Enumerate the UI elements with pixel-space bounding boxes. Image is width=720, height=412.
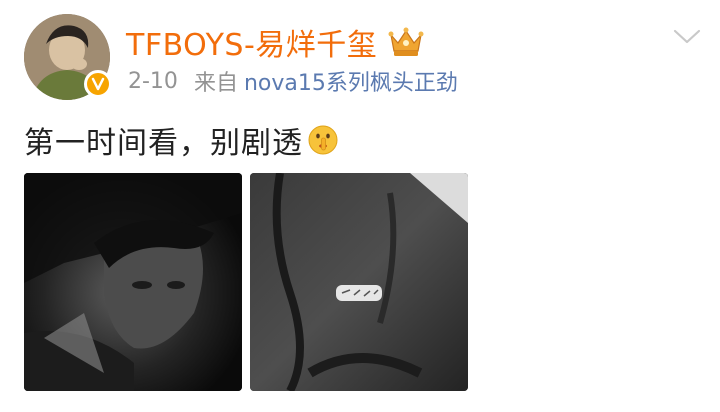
post-meta: 2-10 来自 nova15系列枫头正劲 [128, 65, 458, 97]
device-link[interactable]: nova15系列枫头正劲 [244, 65, 458, 97]
post-date: 2-10 [128, 68, 178, 94]
post-text: 第一时间看，别剧透 [24, 126, 303, 161]
shushing-face-icon [307, 124, 339, 156]
avatar-container[interactable] [24, 14, 112, 100]
weibo-post: TFBOYS-易烊千玺 2-10 来自 nova15系列枫头正劲 第一时间看，别… [0, 0, 720, 412]
source-label: 来自 [193, 71, 238, 96]
post-text-row: 第一时间看，别剧透 [24, 118, 339, 162]
crown-icon[interactable] [387, 25, 425, 59]
chevron-down-icon[interactable] [672, 26, 702, 46]
photo-thumbnail-1[interactable] [24, 173, 242, 391]
username-row: TFBOYS-易烊千玺 [126, 20, 425, 64]
jacket-badge [336, 285, 382, 301]
verified-badge-icon [84, 70, 112, 98]
photo-thumbnail-2[interactable] [250, 173, 468, 391]
username[interactable]: TFBOYS-易烊千玺 [126, 20, 377, 64]
